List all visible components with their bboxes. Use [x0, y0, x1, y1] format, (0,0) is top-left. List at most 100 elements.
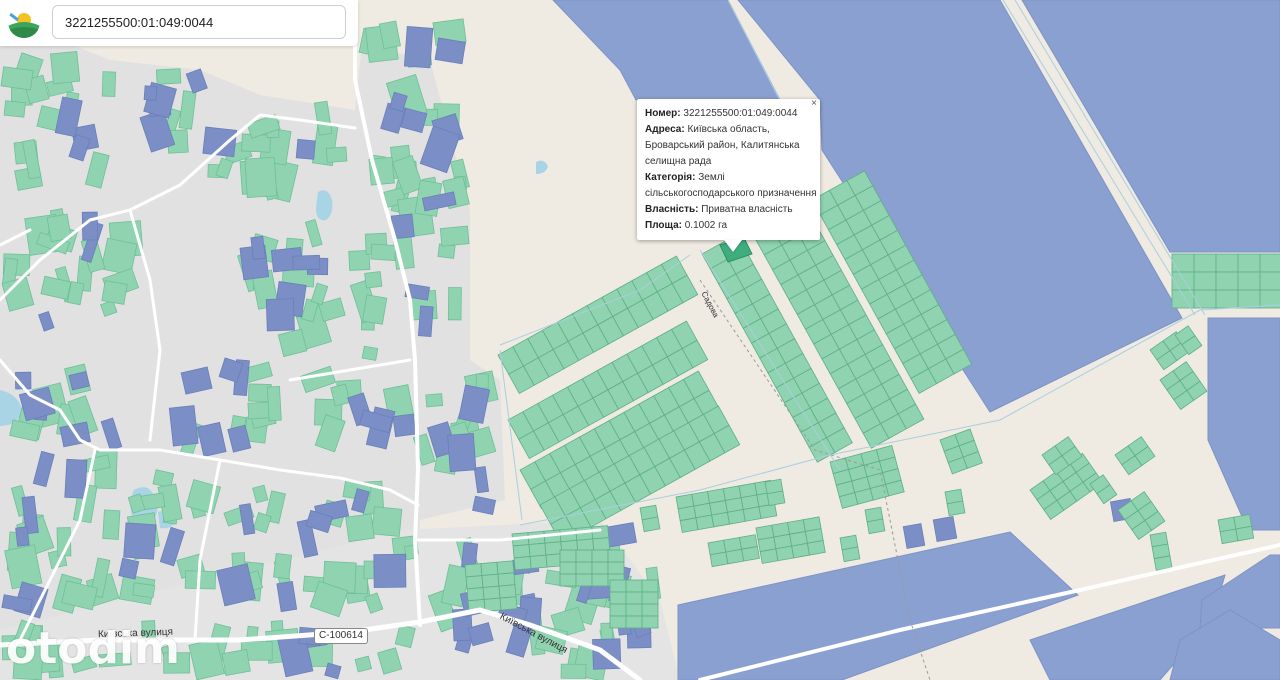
close-icon[interactable]: ×	[808, 99, 820, 111]
private-parcel[interactable]	[575, 561, 593, 575]
private-parcel[interactable]	[1215, 289, 1239, 309]
private-parcel[interactable]	[1237, 271, 1261, 291]
private-parcel[interactable]	[625, 603, 643, 617]
private-parcel[interactable]	[641, 591, 659, 605]
private-parcel[interactable]	[1259, 271, 1280, 291]
private-parcel[interactable]	[591, 561, 609, 575]
private-parcel[interactable]	[592, 537, 611, 552]
private-parcel[interactable]	[766, 490, 786, 507]
private-parcel[interactable]	[362, 294, 388, 325]
state-parcel[interactable]	[902, 523, 926, 549]
private-parcel[interactable]	[132, 582, 156, 599]
private-parcel[interactable]	[591, 573, 609, 587]
private-parcel[interactable]	[528, 542, 547, 557]
private-parcel[interactable]	[370, 243, 397, 262]
private-parcel[interactable]	[364, 271, 383, 289]
private-parcel[interactable]	[711, 511, 730, 528]
private-parcel[interactable]	[641, 603, 659, 617]
private-parcel[interactable]	[575, 549, 593, 563]
private-parcel[interactable]	[1171, 289, 1195, 309]
state-parcel[interactable]	[64, 458, 88, 499]
private-parcel[interactable]	[354, 655, 373, 673]
private-parcel[interactable]	[591, 525, 610, 540]
state-parcel[interactable]	[295, 138, 316, 160]
private-parcel[interactable]	[496, 560, 515, 575]
private-parcel[interactable]	[559, 561, 577, 575]
private-parcel[interactable]	[475, 373, 489, 389]
private-parcel[interactable]	[742, 506, 762, 522]
private-parcel[interactable]	[1193, 289, 1217, 309]
private-parcel[interactable]	[560, 663, 587, 679]
private-parcel[interactable]	[791, 542, 810, 559]
private-parcel[interactable]	[439, 225, 470, 247]
private-parcel[interactable]	[102, 509, 121, 540]
private-parcel[interactable]	[466, 587, 485, 602]
state-parcel[interactable]	[123, 522, 157, 560]
private-parcel[interactable]	[0, 66, 34, 91]
state-parcel[interactable]	[292, 254, 321, 271]
private-parcel[interactable]	[499, 596, 518, 611]
private-parcel[interactable]	[725, 548, 745, 565]
private-parcel[interactable]	[50, 50, 81, 85]
state-parcel[interactable]	[15, 526, 30, 547]
private-parcel[interactable]	[1171, 253, 1195, 273]
state-parcel[interactable]	[932, 515, 958, 543]
private-parcel[interactable]	[325, 146, 348, 163]
private-parcel[interactable]	[591, 549, 609, 563]
private-parcel[interactable]	[465, 575, 484, 590]
private-parcel[interactable]	[544, 541, 563, 556]
private-parcel[interactable]	[425, 393, 444, 408]
private-parcel[interactable]	[866, 518, 886, 535]
private-parcel[interactable]	[841, 546, 861, 563]
private-parcel[interactable]	[221, 648, 251, 676]
private-parcel[interactable]	[559, 549, 577, 563]
state-parcel[interactable]	[434, 37, 466, 65]
private-parcel[interactable]	[1235, 525, 1255, 542]
private-parcel[interactable]	[1219, 528, 1239, 545]
state-parcel[interactable]	[118, 557, 140, 580]
private-parcel[interactable]	[709, 551, 729, 568]
private-parcel[interactable]	[513, 556, 532, 571]
private-parcel[interactable]	[1193, 253, 1217, 273]
private-parcel[interactable]	[741, 546, 760, 562]
private-parcel[interactable]	[273, 553, 292, 580]
large-field[interactable]	[552, 0, 781, 101]
private-parcel[interactable]	[101, 280, 128, 305]
state-parcel[interactable]	[250, 235, 266, 260]
private-parcel[interactable]	[625, 579, 643, 593]
state-parcel[interactable]	[417, 305, 434, 337]
private-parcel[interactable]	[625, 615, 643, 629]
private-parcel[interactable]	[244, 156, 278, 198]
private-parcel[interactable]	[101, 71, 117, 97]
private-parcel[interactable]	[371, 506, 403, 537]
private-parcel[interactable]	[482, 585, 501, 600]
private-parcel[interactable]	[1215, 253, 1239, 273]
private-parcel[interactable]	[759, 548, 779, 564]
private-parcel[interactable]	[464, 563, 483, 578]
private-parcel[interactable]	[641, 516, 661, 533]
private-parcel[interactable]	[758, 503, 778, 520]
private-parcel[interactable]	[559, 573, 577, 587]
state-parcel[interactable]	[447, 432, 477, 473]
private-parcel[interactable]	[575, 526, 594, 541]
private-parcel[interactable]	[1215, 271, 1239, 291]
state-parcel[interactable]	[202, 126, 238, 158]
private-parcel[interactable]	[266, 385, 282, 422]
cadastral-number-search-input[interactable]	[52, 5, 346, 39]
private-parcel[interactable]	[641, 579, 659, 593]
private-parcel[interactable]	[609, 579, 627, 593]
private-parcel[interactable]	[529, 554, 548, 569]
private-parcel[interactable]	[575, 573, 593, 587]
state-parcel[interactable]	[265, 298, 295, 332]
private-parcel[interactable]	[1171, 271, 1195, 291]
private-parcel[interactable]	[946, 500, 966, 517]
large-field[interactable]	[1207, 317, 1280, 531]
private-parcel[interactable]	[1259, 253, 1280, 273]
private-parcel[interactable]	[345, 513, 375, 543]
private-parcel[interactable]	[497, 572, 516, 587]
state-parcel[interactable]	[392, 413, 417, 438]
private-parcel[interactable]	[679, 517, 699, 533]
private-parcel[interactable]	[361, 345, 379, 361]
private-parcel[interactable]	[625, 591, 643, 605]
private-parcel[interactable]	[155, 68, 182, 85]
